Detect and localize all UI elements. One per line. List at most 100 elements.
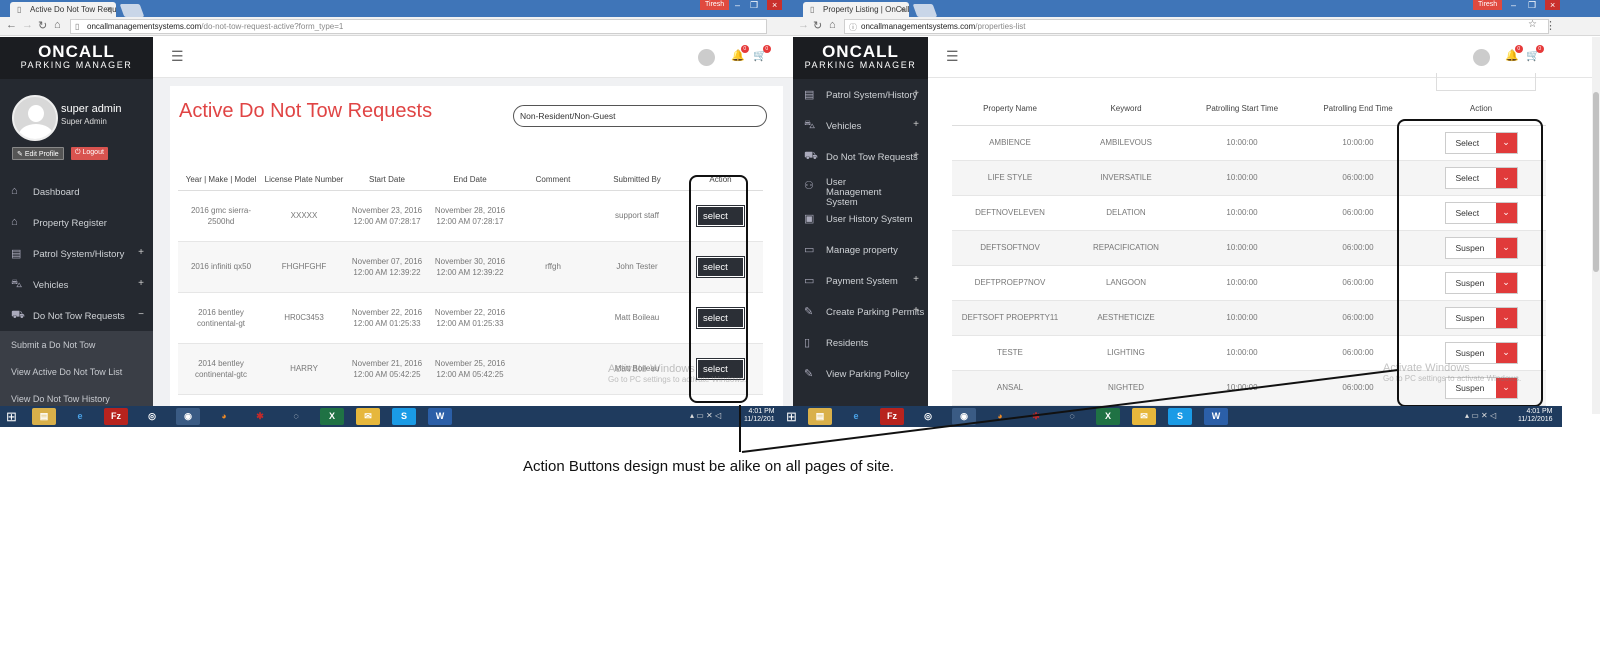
- file-explorer-icon[interactable]: ▤: [32, 408, 56, 425]
- bell-icon[interactable]: 🔔 0: [1505, 45, 1523, 62]
- clock[interactable]: 4:01 PM 11/12/2016: [1518, 408, 1553, 424]
- submenu-item-active-list[interactable]: View Active Do Not Tow List: [0, 358, 153, 385]
- network-app-icon[interactable]: ◌: [284, 408, 308, 425]
- expand-icon[interactable]: +: [913, 150, 919, 161]
- internet-explorer-icon[interactable]: e: [844, 408, 868, 425]
- logo[interactable]: ONCALL PARKING MANAGER: [793, 37, 928, 79]
- network-app-icon[interactable]: ◌: [1060, 408, 1084, 425]
- sidebar-item-manage-property[interactable]: ▭ Manage property: [793, 234, 928, 265]
- settings-app-icon[interactable]: ◎: [140, 408, 164, 425]
- mail-app-icon[interactable]: ✉: [356, 408, 380, 425]
- sidebar-item-dashboard[interactable]: ⌂ Dashboard: [0, 176, 153, 207]
- close-window-icon[interactable]: ×: [767, 0, 783, 10]
- browser-menu-icon[interactable]: ⋮: [1545, 19, 1556, 32]
- type-filter-select[interactable]: Non-Resident/Non-Guest: [513, 105, 767, 127]
- expand-icon[interactable]: +: [913, 305, 919, 316]
- maximize-icon[interactable]: ❐: [750, 0, 758, 11]
- excel-icon[interactable]: X: [1096, 408, 1120, 425]
- search-input[interactable]: [1436, 73, 1536, 91]
- chrome-icon[interactable]: ◉: [176, 408, 200, 425]
- settings-app-icon[interactable]: ◎: [916, 408, 940, 425]
- minimize-icon[interactable]: –: [1511, 0, 1516, 10]
- bookmark-star-icon[interactable]: ☆: [1528, 19, 1537, 30]
- sidebar-item-residents[interactable]: ▯ Residents: [793, 327, 928, 358]
- submenu-item-submit[interactable]: Submit a Do Not Tow: [0, 331, 153, 358]
- scrollbar-thumb[interactable]: [1593, 92, 1599, 272]
- close-window-icon[interactable]: ×: [1545, 0, 1561, 10]
- windows-start-icon[interactable]: ⊞: [6, 409, 17, 425]
- edit-profile-button[interactable]: ✎ Edit Profile: [12, 147, 64, 160]
- logo[interactable]: ONCALL PARKING MANAGER: [0, 37, 153, 79]
- reload-icon[interactable]: ↻: [813, 19, 822, 32]
- profile-tag[interactable]: Tiresh: [700, 0, 730, 10]
- skype-icon[interactable]: S: [392, 408, 416, 425]
- user-avatar[interactable]: [698, 49, 715, 66]
- new-tab-button[interactable]: [119, 4, 145, 17]
- firefox-icon[interactable]: ◕: [988, 408, 1012, 425]
- browser-tab[interactable]: ▯ Property Listing | OnCall ×: [803, 2, 909, 17]
- browser-tab[interactable]: ▯ Active Do Not Tow Requ ×: [10, 2, 116, 17]
- maximize-icon[interactable]: ❐: [1528, 0, 1536, 11]
- word-icon[interactable]: W: [1204, 408, 1228, 425]
- collapse-icon[interactable]: −: [138, 309, 144, 320]
- new-tab-button[interactable]: [912, 4, 938, 17]
- system-tray-icons[interactable]: ▴ ▭ ✕ ◁: [690, 411, 721, 420]
- excel-icon[interactable]: X: [320, 408, 344, 425]
- expand-icon[interactable]: +: [138, 247, 144, 258]
- keyword-cell: AESTHETICIZE: [1068, 300, 1184, 336]
- tab-title: Active Do Not Tow Requ: [30, 5, 116, 14]
- sidebar-item-user-history[interactable]: ▣ User History System: [793, 203, 928, 234]
- hamburger-menu-icon[interactable]: ☰: [171, 48, 184, 65]
- file-explorer-icon[interactable]: ▤: [808, 408, 832, 425]
- sidebar-item-payment-system[interactable]: ▭ Payment System +: [793, 265, 928, 296]
- filezilla-icon[interactable]: Fz: [104, 408, 128, 425]
- sidebar-item-parking-permits[interactable]: ✎ Create Parking Permits +: [793, 296, 928, 327]
- cart-icon[interactable]: 🛒 0: [753, 45, 771, 62]
- url-field[interactable]: ⓘ oncallmanagementsystems.com/properties…: [844, 19, 1549, 34]
- chrome-icon[interactable]: ◉: [952, 408, 976, 425]
- mail-app-icon[interactable]: ✉: [1132, 408, 1156, 425]
- internet-explorer-icon[interactable]: e: [68, 408, 92, 425]
- word-icon[interactable]: W: [428, 408, 452, 425]
- close-tab-icon[interactable]: ×: [900, 4, 905, 14]
- sidebar-item-user-management[interactable]: ⚇ User Management System: [793, 172, 928, 208]
- clock[interactable]: 4:01 PM 11/12/201: [744, 408, 775, 424]
- minimize-icon[interactable]: –: [735, 0, 740, 10]
- puzzle-app-icon[interactable]: ✱: [1024, 408, 1048, 425]
- puzzle-app-icon[interactable]: ✱: [248, 408, 272, 425]
- forward-icon[interactable]: →: [22, 19, 33, 31]
- filezilla-icon[interactable]: Fz: [880, 408, 904, 425]
- hamburger-menu-icon[interactable]: ☰: [946, 48, 959, 65]
- forward-icon[interactable]: →: [798, 19, 809, 31]
- sidebar-item-vehicles[interactable]: ⛍ Vehicles +: [793, 110, 928, 141]
- expand-icon[interactable]: +: [138, 278, 144, 289]
- sidebar-item-parking-policy[interactable]: ✎ View Parking Policy: [793, 358, 928, 389]
- expand-icon[interactable]: +: [913, 274, 919, 285]
- sidebar-item-do-not-tow[interactable]: ⛟ Do Not Tow Requests +: [793, 141, 928, 172]
- close-tab-icon[interactable]: ×: [107, 4, 112, 14]
- sidebar-item-vehicles[interactable]: ⛍ Vehicles +: [0, 269, 153, 300]
- scrollbar[interactable]: [1592, 37, 1600, 414]
- logout-button[interactable]: ⏻ Logout: [71, 147, 108, 160]
- url-host: oncallmanagementsystems.com: [87, 22, 202, 31]
- home-icon[interactable]: ⌂: [829, 19, 836, 31]
- cart-icon[interactable]: 🛒 0: [1526, 45, 1544, 62]
- user-avatar[interactable]: [1473, 49, 1490, 66]
- back-icon[interactable]: ←: [6, 19, 17, 31]
- windows-start-icon[interactable]: ⊞: [786, 409, 797, 425]
- system-tray-icons[interactable]: ▴ ▭ ✕ ◁: [1465, 411, 1496, 420]
- sidebar-item-property-register[interactable]: ⌂ Property Register: [0, 207, 153, 238]
- expand-icon[interactable]: +: [913, 88, 919, 99]
- left-browser-window: ▯ Active Do Not Tow Requ × Tiresh – ❐ × …: [0, 0, 793, 414]
- expand-icon[interactable]: +: [913, 119, 919, 130]
- sidebar-item-patrol-system[interactable]: ▤ Patrol System/History +: [0, 238, 153, 269]
- bell-icon[interactable]: 🔔 0: [731, 45, 749, 62]
- url-field[interactable]: ▯ oncallmanagementsystems.com/do-not-tow…: [70, 19, 767, 34]
- sidebar-item-do-not-tow[interactable]: ⛟ Do Not Tow Requests −: [0, 300, 153, 331]
- skype-icon[interactable]: S: [1168, 408, 1192, 425]
- profile-tag[interactable]: Tiresh: [1473, 0, 1503, 10]
- reload-icon[interactable]: ↻: [38, 19, 47, 32]
- firefox-icon[interactable]: ◕: [212, 408, 236, 425]
- home-icon[interactable]: ⌂: [54, 19, 61, 31]
- sidebar-item-patrol-system[interactable]: ▤ Patrol System/History +: [793, 79, 928, 110]
